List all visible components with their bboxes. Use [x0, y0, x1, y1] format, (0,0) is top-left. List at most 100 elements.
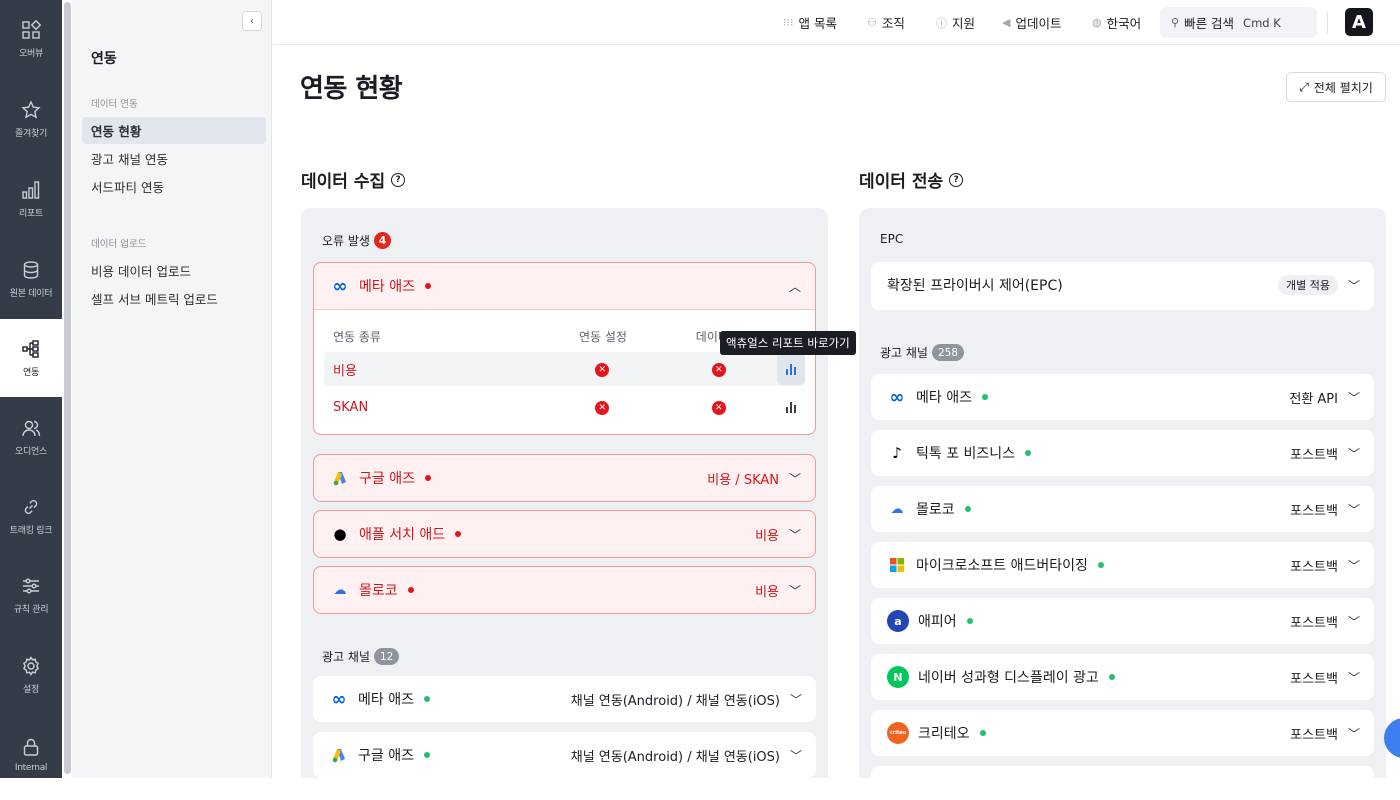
- gear-icon: [22, 655, 40, 676]
- expand-all-label: 전체 펼치기: [1313, 80, 1373, 95]
- meta-logo-icon: ∞: [332, 275, 348, 297]
- subnav-item-third-party[interactable]: 서드파티 연동: [82, 173, 266, 200]
- rail-scrollbar[interactable]: [64, 2, 71, 774]
- send-card-appier[interactable]: a 애피어 포스트백 ﹀: [871, 598, 1374, 644]
- card-detail: 포스트백: [1290, 615, 1338, 631]
- bottom-edge: [0, 778, 1400, 800]
- org-icon: ⚇: [867, 16, 877, 29]
- top-bar: ⁝⁝⁝ 앱 목록 ⚇ 조직 ⓘ 지원 ◀ 업데이트 ◍ 한국어 ⚲ 빠른 검색 Cmd K A: [273, 0, 1400, 45]
- rail-label: 원본 데이터: [9, 288, 53, 299]
- rail-item-reports[interactable]: 리포트: [0, 160, 62, 238]
- subnav-item-ad-channel[interactable]: 광고 채널 연동: [82, 145, 266, 172]
- send-card-partial: [871, 766, 1374, 778]
- card-name: 네이버 성과형 디스플레이 광고: [918, 670, 1099, 686]
- rail-item-favorites[interactable]: 즐겨찾기: [0, 80, 62, 158]
- channel-card-google[interactable]: 구글 애즈 채널 연동(Android) / 채널 연동(iOS) ﹀: [313, 732, 816, 778]
- rail-label: 연동: [23, 367, 39, 378]
- rail-item-integration[interactable]: 연동: [0, 319, 62, 397]
- card-detail: 비용 / SKAN: [707, 472, 779, 488]
- chevron-down-icon: ﹀: [788, 527, 801, 542]
- send-card-criteo[interactable]: criteo 크리테오 포스트백 ﹀: [871, 710, 1374, 756]
- card-detail: 포스트백: [1290, 447, 1338, 463]
- org-menu[interactable]: ⚇ 조직: [867, 13, 905, 32]
- help-icon[interactable]: ?: [391, 172, 406, 187]
- card-detail: 포스트백: [1290, 559, 1338, 575]
- rail-item-tracking-link[interactable]: 트래킹 링크: [0, 477, 62, 555]
- help-icon[interactable]: ?: [949, 172, 964, 187]
- card-name: 틱톡 포 비즈니스: [916, 446, 1016, 462]
- error-card-google[interactable]: 구글 애즈 비용 / SKAN ﹀: [313, 454, 816, 502]
- card-detail: 포스트백: [1290, 727, 1338, 743]
- lock-icon: [23, 738, 39, 756]
- error-card-apple[interactable]: ● 애플 서치 애드 비용 ﹀: [313, 510, 816, 558]
- card-detail: 포스트백: [1290, 671, 1338, 687]
- support-menu[interactable]: ⓘ 지원: [936, 13, 975, 32]
- send-card-meta[interactable]: ∞ 메타 애즈 전환 API ﹀: [871, 374, 1374, 420]
- card-header[interactable]: ∞ 메타 애즈 ︿: [314, 263, 815, 309]
- database-icon: [23, 260, 39, 279]
- app-logo[interactable]: A: [1345, 8, 1373, 36]
- report-shortcut-button[interactable]: [776, 353, 805, 385]
- support-label: 지원: [952, 16, 976, 31]
- appier-logo-icon: a: [887, 610, 909, 632]
- error-x-icon: ✕: [595, 401, 610, 415]
- chevron-down-icon: ﹀: [1347, 390, 1360, 405]
- channel-label: 광고 채널: [880, 346, 928, 360]
- quick-search[interactable]: ⚲ 빠른 검색 Cmd K: [1160, 7, 1317, 38]
- rail-label: 규칙 관리: [13, 604, 49, 615]
- sliders-icon: [23, 578, 39, 593]
- chevron-down-icon: ﹀: [1347, 670, 1360, 685]
- card-detail: 전환 API: [1289, 391, 1338, 407]
- card-name: 마이크로소프트 애드버타이징: [916, 558, 1088, 574]
- card-name: 구글 애즈: [359, 471, 415, 487]
- google-ads-logo-icon: [329, 745, 349, 765]
- chevron-up-icon[interactable]: ︿: [789, 278, 801, 295]
- rail-item-audience[interactable]: 오디언스: [0, 398, 62, 476]
- apps-menu[interactable]: ⁝⁝⁝ 앱 목록: [783, 13, 837, 32]
- rail-item-raw-data[interactable]: 원본 데이터: [0, 240, 62, 318]
- megaphone-icon: ◀: [1002, 16, 1011, 29]
- users-icon: [22, 420, 41, 436]
- error-card-moloco[interactable]: ☁ 몰로코 비용 ﹀: [313, 566, 816, 614]
- card-body: 연동 종류 연동 설정 데이터 수 비용 ✕ ✕ SKAN ✕ ✕: [314, 309, 815, 434]
- rail-label: 설정: [23, 684, 39, 695]
- updates-label: 업데이트: [1015, 16, 1062, 31]
- error-x-icon: ✕: [711, 363, 726, 377]
- moloco-logo-icon: ☁: [890, 501, 904, 517]
- epc-card[interactable]: 확장된 프라이버시 제어(EPC) 개별 적용 ﹀: [871, 262, 1374, 310]
- updates-menu[interactable]: ◀ 업데이트: [1002, 13, 1061, 32]
- table-row: SKAN ✕ ✕: [324, 390, 805, 424]
- data-collect-panel: 오류 발생4 ∞ 메타 애즈 ︿ 연동 종류 연동 설정 데이터 수 비용 ✕ …: [301, 208, 828, 778]
- subnav-item-cost-upload[interactable]: 비용 데이터 업로드: [82, 257, 266, 284]
- send-card-tiktok[interactable]: ♪ 틱톡 포 비즈니스 포스트백 ﹀: [871, 430, 1374, 476]
- tiktok-logo-icon: ♪: [892, 444, 902, 462]
- subnav-item-metric-upload[interactable]: 셀프 서브 메트릭 업로드: [82, 285, 266, 312]
- send-card-microsoft[interactable]: 마이크로소프트 애드버타이징 포스트백 ﹀: [871, 542, 1374, 588]
- chat-fab-button[interactable]: [1384, 718, 1400, 758]
- status-dot: [455, 531, 462, 537]
- report-shortcut-button[interactable]: [777, 391, 805, 423]
- report-icon: [785, 364, 796, 375]
- chevron-down-icon: ﹀: [1347, 726, 1360, 741]
- language-menu[interactable]: ◍ 한국어: [1092, 13, 1141, 32]
- help-circle-icon: ⓘ: [936, 16, 947, 30]
- card-name: 애플 서치 애드: [359, 527, 446, 543]
- rail-item-settings[interactable]: 설정: [0, 636, 62, 714]
- send-card-moloco[interactable]: ☁ 몰로코 포스트백 ﹀: [871, 486, 1374, 532]
- status-dot: [424, 475, 431, 481]
- chevron-down-icon: ﹀: [1347, 614, 1360, 629]
- channel-card-meta[interactable]: ∞ 메타 애즈 채널 연동(Android) / 채널 연동(iOS) ﹀: [313, 676, 816, 722]
- status-dot: [1108, 674, 1115, 680]
- status-dot: [423, 752, 430, 758]
- collapse-sidebar-button[interactable]: ‹: [242, 11, 262, 31]
- microsoft-logo-icon: [887, 555, 907, 575]
- send-card-naver[interactable]: N 네이버 성과형 디스플레이 광고 포스트백 ﹀: [871, 654, 1374, 700]
- report-tooltip: 액츄얼스 리포트 바로가기: [720, 331, 856, 355]
- rail-item-overview[interactable]: 오버뷰: [0, 0, 62, 78]
- expand-all-button[interactable]: ⤢ 전체 펼치기: [1286, 72, 1386, 102]
- rail-label: 즐겨찾기: [15, 128, 47, 139]
- subnav-item-integration-status[interactable]: 연동 현황: [82, 117, 266, 144]
- chevron-down-icon: ﹀: [789, 692, 802, 707]
- rail-item-rules[interactable]: 규칙 관리: [0, 556, 62, 634]
- status-dot: [407, 587, 414, 593]
